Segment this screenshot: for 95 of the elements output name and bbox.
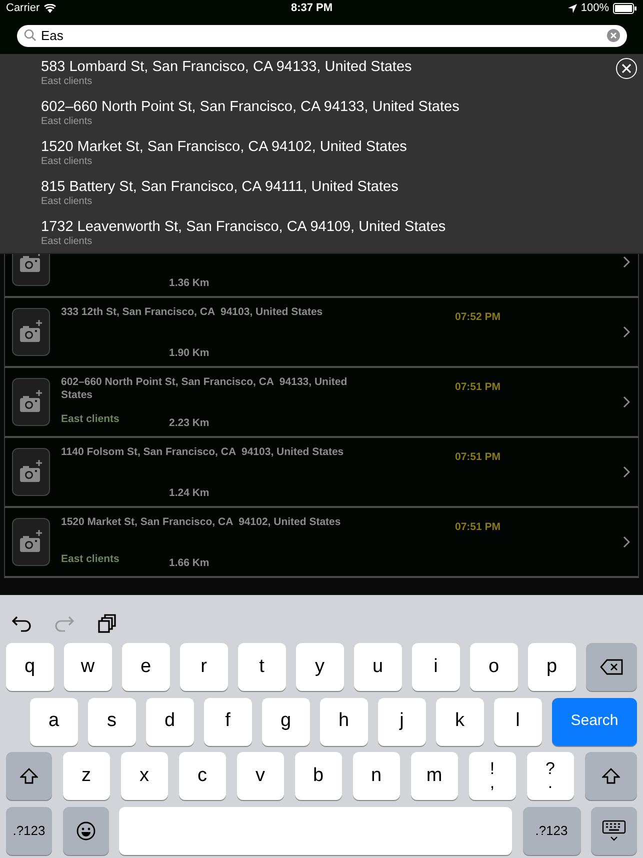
camera-icon bbox=[12, 448, 50, 496]
keyboard-icon bbox=[602, 820, 626, 842]
camera-icon bbox=[12, 518, 50, 566]
search-icon bbox=[24, 29, 36, 41]
key[interactable]: u bbox=[354, 643, 402, 691]
key[interactable]: e bbox=[122, 643, 170, 691]
close-icon bbox=[622, 64, 631, 73]
key[interactable]: p bbox=[528, 643, 576, 691]
suggestion-address: 602–660 North Point St, San Francisco, CA 94133, United States bbox=[41, 99, 460, 116]
key[interactable]: l bbox=[494, 698, 542, 746]
chevron-icon bbox=[623, 466, 630, 478]
close-button[interactable] bbox=[616, 58, 637, 79]
delete-icon bbox=[600, 659, 624, 675]
key[interactable]: g bbox=[262, 698, 310, 746]
row-group: East clients bbox=[61, 552, 120, 568]
row-distance: 1.36 Km bbox=[169, 276, 210, 291]
key[interactable]: i bbox=[412, 643, 460, 691]
row-time: 07:51 PM bbox=[455, 450, 501, 465]
chevron-icon bbox=[623, 536, 630, 548]
hide-keyboard-key[interactable] bbox=[591, 806, 637, 854]
row-address: 333 12th St, San Francisco, CA 94103, United States bbox=[61, 306, 324, 319]
row-time: 07:51 PM bbox=[455, 520, 501, 535]
row-distance: 2.23 Km bbox=[169, 416, 210, 431]
undo-icon[interactable] bbox=[12, 614, 32, 634]
list-row[interactable]: 602–660 North Point St, San Francisco, CA 94133, United States 07:51 PM East clients 2.23 Km bbox=[4, 368, 639, 438]
key[interactable]: f bbox=[204, 698, 252, 746]
search-field[interactable]: Eas bbox=[17, 24, 627, 46]
key[interactable]: j bbox=[378, 698, 426, 746]
suggestion-group: East clients bbox=[41, 116, 460, 128]
row-address: 1140 Folsom St, San Francisco, CA 94103, United States bbox=[61, 446, 345, 459]
status-time: 8:37 PM bbox=[290, 0, 333, 16]
suggestion-item[interactable]: 602–660 North Point St, San Francisco, CA 94133, United States East clients bbox=[0, 94, 460, 134]
key[interactable]: d bbox=[146, 698, 194, 746]
shift-key[interactable] bbox=[584, 752, 637, 800]
key[interactable]: q bbox=[6, 643, 54, 691]
key[interactable]: z bbox=[62, 752, 110, 800]
list-row[interactable]: 1520 Market St, San Francisco, CA 94102, United States 07:51 PM East clients 1.66 Km bbox=[4, 508, 639, 578]
smiley-icon bbox=[76, 820, 96, 840]
key[interactable]: k bbox=[436, 698, 484, 746]
suggestion-address: 583 Lombard St, San Francisco, CA 94133, United States bbox=[41, 59, 412, 76]
paste-icon[interactable] bbox=[96, 614, 116, 634]
clear-icon[interactable] bbox=[607, 28, 620, 42]
key[interactable]: b bbox=[294, 752, 342, 800]
shift-key[interactable] bbox=[6, 752, 52, 800]
suggestion-item[interactable]: 1520 Market St, San Francisco, CA 94102, United States East clients bbox=[0, 134, 407, 174]
suggestion-address: 1520 Market St, San Francisco, CA 94102, United States bbox=[41, 139, 407, 156]
chevron-icon bbox=[623, 396, 630, 408]
suggestion-address: 815 Battery St, San Francisco, CA 94111, United States bbox=[41, 179, 398, 196]
row-group: East clients bbox=[61, 412, 120, 428]
key[interactable]: v bbox=[236, 752, 284, 800]
search-key[interactable]: Search bbox=[552, 698, 637, 746]
location-arrow-icon bbox=[568, 4, 577, 12]
key[interactable]: ? . bbox=[526, 752, 574, 800]
camera-icon bbox=[12, 308, 50, 356]
wifi-icon bbox=[44, 4, 56, 12]
camera-icon bbox=[12, 378, 50, 426]
row-address: 1520 Market St, San Francisco, CA 94102, United States bbox=[61, 516, 342, 529]
emoji-key[interactable] bbox=[62, 806, 108, 854]
shift-icon bbox=[602, 768, 620, 784]
key[interactable]: a bbox=[30, 698, 78, 746]
key[interactable]: w bbox=[64, 643, 112, 691]
battery-icon bbox=[613, 2, 637, 14]
battery-percent: 100% bbox=[580, 0, 609, 16]
suggestion-group: East clients bbox=[41, 76, 412, 88]
key[interactable]: y bbox=[296, 643, 344, 691]
suggestion-item[interactable]: 583 Lombard St, San Francisco, CA 94133, United States East clients bbox=[0, 54, 412, 94]
key[interactable]: n bbox=[352, 752, 400, 800]
shift-icon bbox=[20, 768, 38, 784]
numbers-key[interactable]: .?123 bbox=[6, 806, 52, 854]
key[interactable]: ! , bbox=[468, 752, 516, 800]
key[interactable]: o bbox=[470, 643, 518, 691]
list-row[interactable]: 333 12th St, San Francisco, CA 94103, United States 07:52 PM 1.90 Km bbox=[4, 298, 639, 368]
row-distance: 1.90 Km bbox=[169, 346, 210, 361]
list-row[interactable]: 1140 Folsom St, San Francisco, CA 94103, United States 07:51 PM 1.24 Km bbox=[4, 438, 639, 508]
key[interactable]: r bbox=[180, 643, 228, 691]
key[interactable]: h bbox=[320, 698, 368, 746]
suggestion-group: East clients bbox=[41, 236, 446, 248]
suggestion-group: East clients bbox=[41, 196, 398, 208]
row-time: 07:52 PM bbox=[455, 310, 501, 325]
key[interactable]: s bbox=[88, 698, 136, 746]
suggestion-item[interactable]: 815 Battery St, San Francisco, CA 94111, United States East clients bbox=[0, 174, 398, 214]
row-time: 07:51 PM bbox=[455, 380, 501, 395]
suggestion-group: East clients bbox=[41, 156, 407, 168]
chevron-icon bbox=[623, 256, 630, 268]
numbers-key[interactable]: .?123 bbox=[522, 806, 580, 854]
key[interactable]: m bbox=[410, 752, 458, 800]
row-distance: 1.66 Km bbox=[169, 556, 210, 571]
carrier-name: Carrier bbox=[6, 0, 40, 16]
row-address: 602–660 North Point St, San Francisco, CA 94133, United States bbox=[61, 376, 348, 402]
chevron-icon bbox=[623, 326, 630, 338]
key[interactable]: c bbox=[178, 752, 226, 800]
key[interactable]: t bbox=[238, 643, 286, 691]
key[interactable]: x bbox=[120, 752, 168, 800]
row-distance: 1.24 Km bbox=[169, 486, 210, 501]
delete-key[interactable] bbox=[586, 643, 637, 691]
